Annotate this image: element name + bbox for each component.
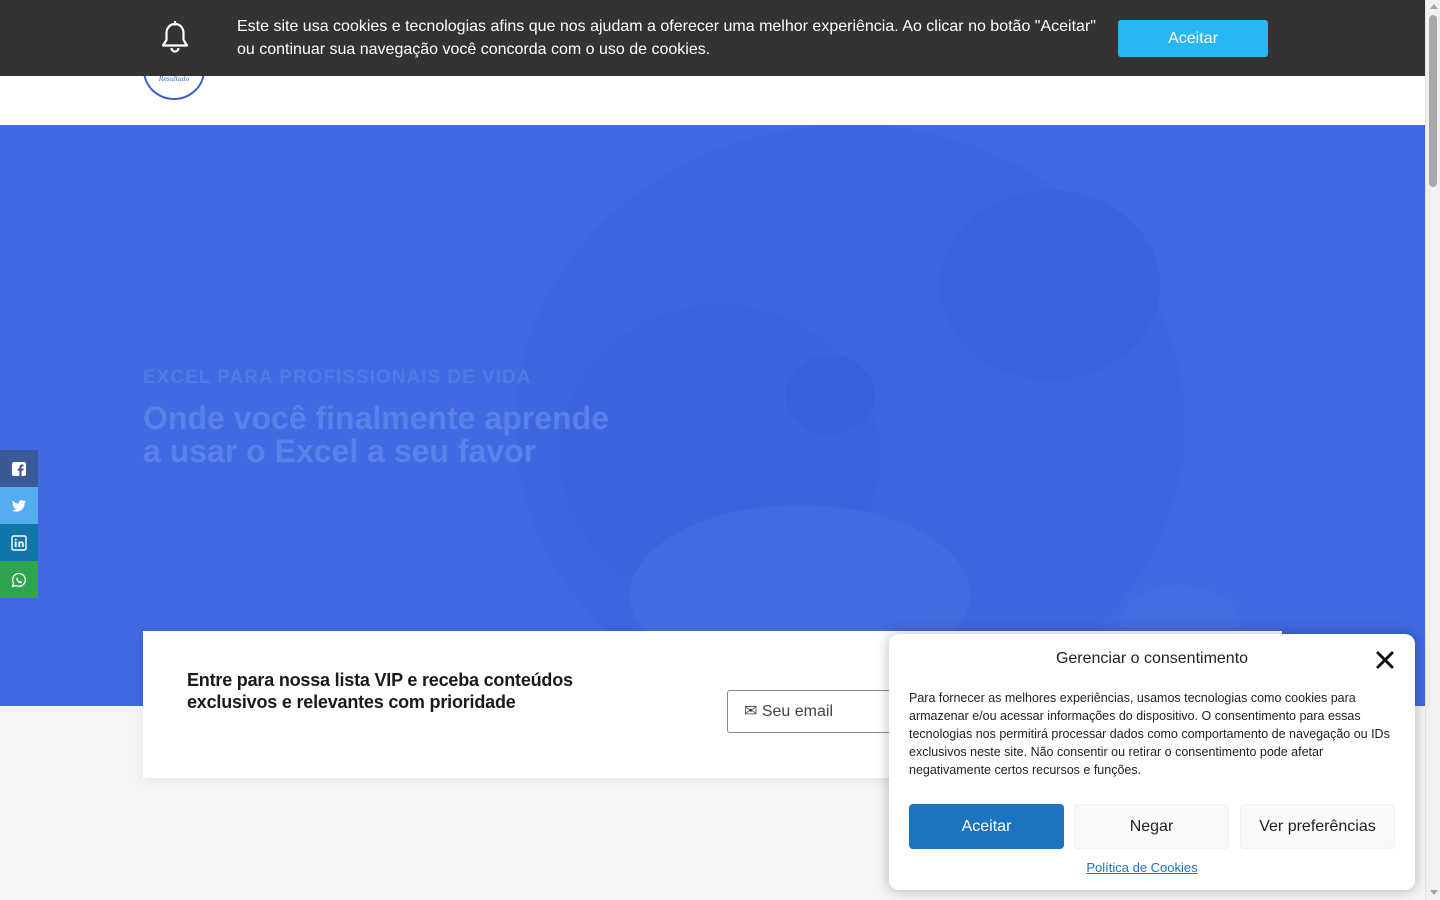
consent-deny-button[interactable]: Negar [1074,804,1229,849]
cookie-banner: Este site usa cookies e tecnologias afin… [0,0,1425,76]
twitter-share-button[interactable] [0,487,38,524]
scroll-down-arrow-icon[interactable] [1430,890,1438,895]
cookie-accept-button[interactable]: Aceitar [1118,20,1268,57]
twitter-icon [12,499,26,512]
consent-dialog: Gerenciar o consentimento Para fornecer … [889,634,1415,890]
cookie-banner-text: Este site usa cookies e tecnologias afin… [237,18,1096,58]
close-icon[interactable] [1374,649,1396,671]
whatsapp-icon [11,572,26,587]
newsletter-text: Entre para nossa lista VIP e receba cont… [187,670,573,712]
page-scrollbar[interactable] [1425,0,1440,900]
consent-accept-button[interactable]: Aceitar [909,804,1064,849]
hero-eyebrow: EXCEL PARA PROFISSIONAIS DE VIDA [143,367,532,388]
cookie-policy-link[interactable]: Política de Cookies [889,860,1395,875]
hero-title: Onde você finalmente aprende a usar o Ex… [143,400,609,469]
bell-icon [161,21,189,53]
hero-section: EXCEL PARA PROFISSIONAIS DE VIDA Onde vo… [0,125,1425,706]
logo-text: Resultado [158,76,190,83]
scrollbar-thumb[interactable] [1429,15,1437,187]
consent-description: Para fornecer as melhores experiências, … [909,691,1390,777]
whatsapp-share-button[interactable] [0,561,38,598]
linkedin-share-button[interactable] [0,524,38,561]
social-share-rail [0,450,38,598]
facebook-share-button[interactable] [0,450,38,487]
facebook-icon [12,461,26,476]
linkedin-icon [11,534,27,551]
consent-title: Gerenciar o consentimento [1055,650,1249,667]
scroll-up-arrow-icon[interactable] [1430,4,1438,9]
consent-preferences-button[interactable]: Ver preferências [1240,804,1395,849]
